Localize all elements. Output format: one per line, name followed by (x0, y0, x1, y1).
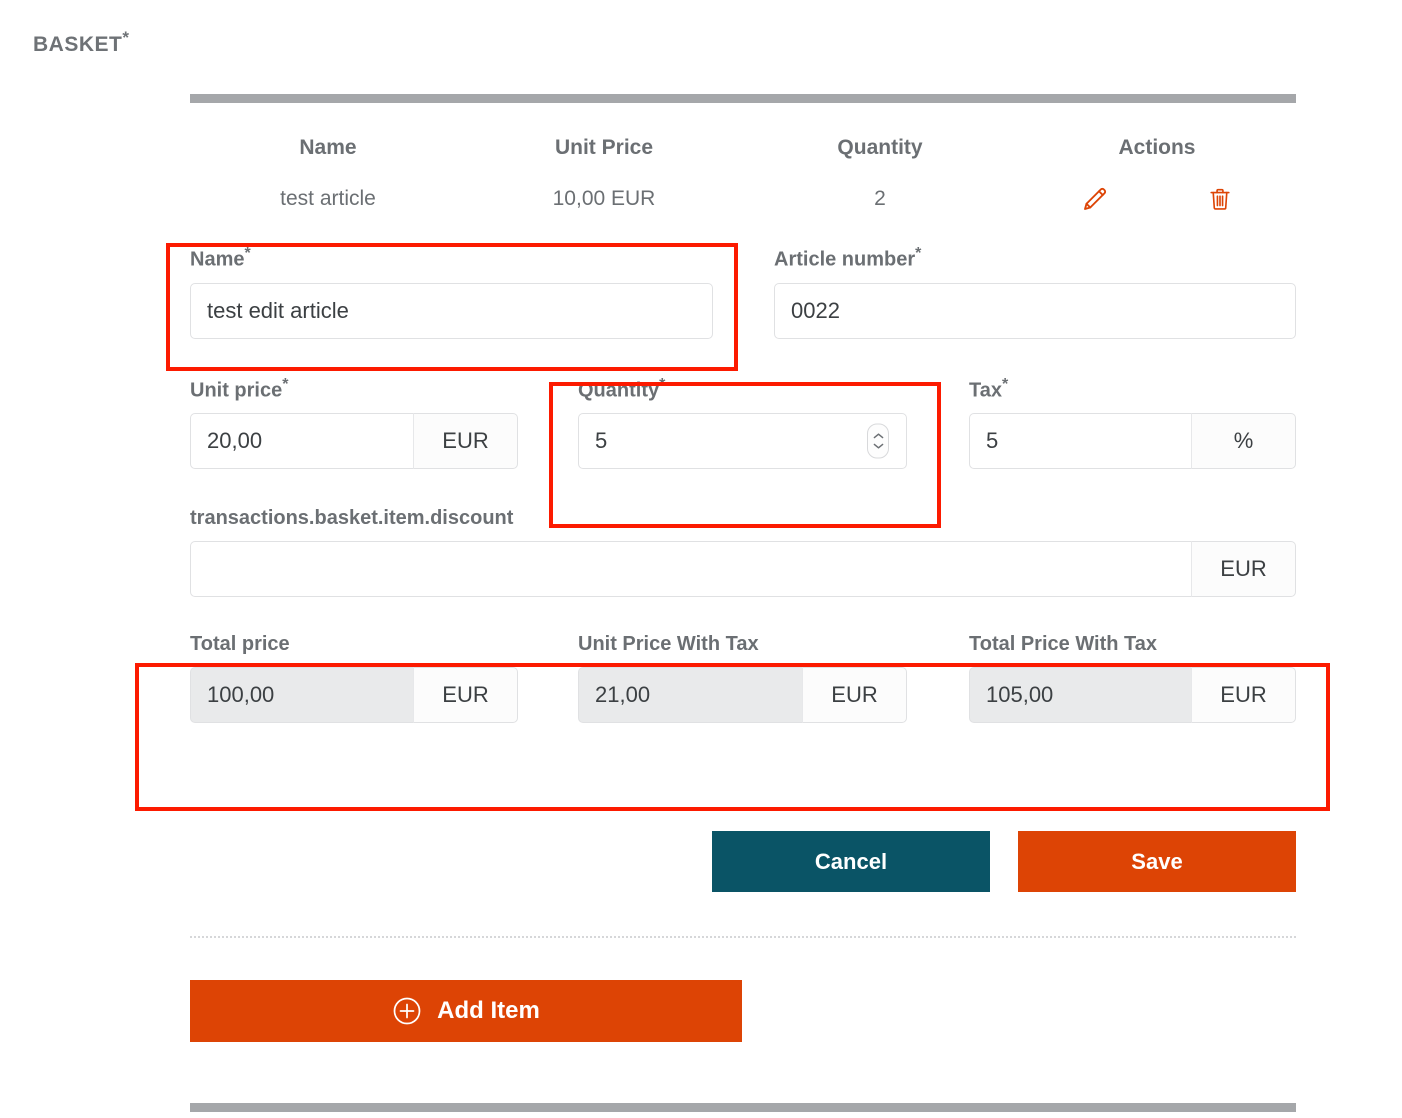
required-marker-quantity: * (659, 375, 666, 393)
column-header-quantity: Quantity (837, 136, 923, 159)
add-item-label: Add Item (437, 997, 540, 1024)
discount-currency-suffix: EUR (1191, 541, 1296, 598)
discount-input[interactable] (190, 541, 1191, 598)
field-unit-price-with-tax: Unit Price With Tax 21,00 EUR (578, 633, 907, 724)
quantity-input[interactable]: 5 (578, 413, 907, 470)
cell-item-unit-price: 10,00 EUR (552, 187, 656, 210)
total-price-with-tax-currency-suffix: EUR (1191, 667, 1296, 724)
table-row: test article 10,00 EUR 2 (190, 183, 1296, 215)
field-quantity: Quantity* 5 (578, 376, 907, 470)
label-article-number: Article number* (774, 245, 1296, 272)
field-discount: transactions.basket.item.discount EUR (190, 507, 1296, 598)
form-row-2: Unit price* 20,00 EUR Quantity* 5 Tax* 5… (190, 376, 1296, 470)
section-divider (190, 936, 1296, 938)
tax-input[interactable]: 5 (969, 413, 1191, 470)
label-total-price: Total price (190, 633, 290, 656)
label-unit-price-with-tax: Unit Price With Tax (578, 633, 759, 656)
required-marker-unit-price: * (282, 375, 289, 393)
top-divider-bar (190, 94, 1296, 103)
trash-icon[interactable] (1206, 184, 1234, 214)
required-marker-article-number: * (915, 245, 922, 262)
cell-item-quantity: 2 (874, 187, 886, 210)
label-name-text: Name (190, 248, 245, 271)
cell-item-actions (1018, 183, 1296, 215)
label-discount: transactions.basket.item.discount (190, 507, 514, 530)
field-total-price: Total price 100,00 EUR (190, 633, 518, 724)
name-input[interactable]: test edit article (190, 282, 713, 339)
label-article-number-text: Article number (774, 248, 916, 271)
article-number-input[interactable]: 0022 (774, 282, 1296, 339)
basket-items-table: Name Unit Price Quantity Actions test ar… (190, 136, 1296, 215)
label-total-price-with-tax: Total Price With Tax (969, 633, 1157, 656)
plus-circle-icon (392, 996, 422, 1026)
field-unit-price: Unit price* 20,00 EUR (190, 376, 518, 470)
unit-price-input[interactable]: 20,00 (190, 413, 413, 470)
bottom-divider-bar (190, 1103, 1296, 1112)
label-name: Name* (190, 245, 713, 272)
form-row-1: Name* test edit article Article number* … (190, 245, 1296, 339)
label-tax: Tax* (969, 376, 1296, 403)
form-row-3: transactions.basket.item.discount EUR (190, 507, 1296, 598)
add-item-button[interactable]: Add Item (190, 980, 742, 1042)
number-spinner-icon[interactable] (867, 423, 889, 459)
required-marker-name: * (244, 245, 251, 262)
total-price-currency-suffix: EUR (413, 667, 518, 724)
field-tax: Tax* 5 % (969, 376, 1296, 470)
unit-price-with-tax-currency-suffix: EUR (802, 667, 907, 724)
column-header-name: Name (299, 136, 357, 159)
label-unit-price: Unit price* (190, 376, 518, 403)
required-marker-tax: * (1001, 375, 1009, 393)
column-header-actions: Actions (1118, 136, 1196, 159)
total-price-with-tax-value: 105,00 (969, 667, 1191, 724)
column-header-unit-price: Unit Price (554, 136, 654, 159)
field-name: Name* test edit article (190, 245, 713, 339)
unit-price-with-tax-value: 21,00 (578, 667, 802, 724)
unit-price-currency-suffix: EUR (413, 413, 518, 470)
required-marker: * (122, 28, 130, 47)
form-row-totals: Total price 100,00 EUR Unit Price With T… (190, 633, 1296, 724)
pencil-icon[interactable] (1080, 184, 1110, 214)
label-tax-text: Tax (969, 379, 1002, 402)
field-article-number: Article number* 0022 (774, 245, 1296, 339)
page-title: BASKET* (33, 28, 129, 57)
page-title-text: BASKET (33, 33, 123, 56)
table-header-row: Name Unit Price Quantity Actions (190, 136, 1296, 183)
form-actions: Cancel Save (190, 831, 1296, 892)
total-price-value: 100,00 (190, 667, 413, 724)
tax-percent-suffix: % (1191, 413, 1296, 470)
label-unit-price-text: Unit price (190, 379, 283, 402)
label-quantity: Quantity* (578, 376, 907, 403)
cell-item-name: test article (280, 187, 376, 210)
field-total-price-with-tax: Total Price With Tax 105,00 EUR (969, 633, 1296, 724)
item-edit-form: Name* test edit article Article number* … (190, 245, 1296, 724)
cancel-button[interactable]: Cancel (712, 831, 990, 892)
save-button[interactable]: Save (1018, 831, 1296, 892)
label-quantity-text: Quantity (578, 379, 660, 402)
